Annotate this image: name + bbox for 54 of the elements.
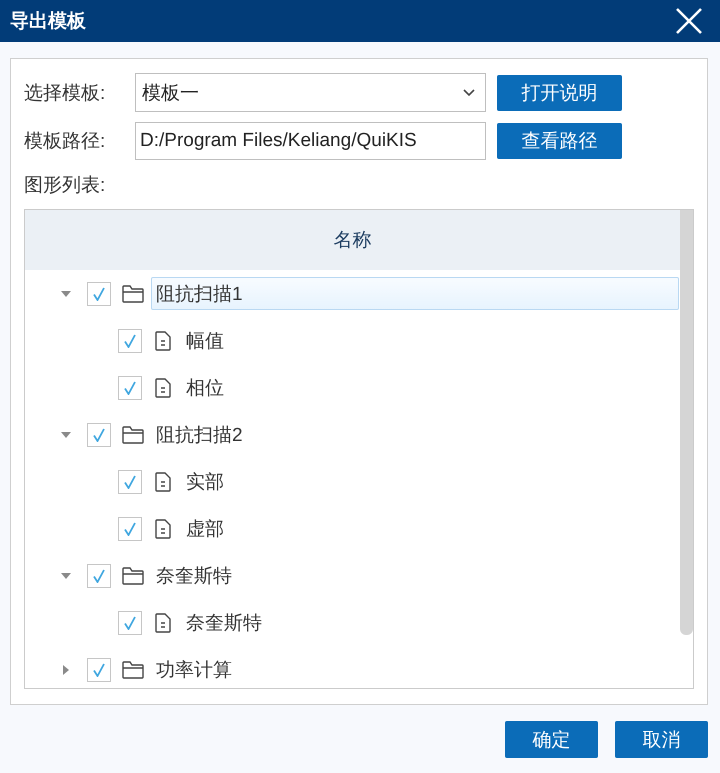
check-icon	[93, 662, 105, 676]
expanded-arrow-icon[interactable]	[61, 572, 71, 578]
tree-item[interactable]: 相位	[181, 371, 229, 404]
document-icon	[155, 612, 171, 632]
tree-item[interactable]: 实部	[181, 465, 229, 498]
tree-item[interactable]: 幅值	[181, 324, 229, 357]
template-label: 选择模板:	[24, 82, 106, 106]
expanded-arrow-icon[interactable]	[61, 290, 71, 296]
path-label: 模板路径:	[24, 130, 106, 154]
check-icon	[124, 522, 136, 536]
checkbox[interactable]	[118, 516, 142, 540]
expanded-arrow-icon[interactable]	[61, 432, 71, 438]
collapsed-arrow-icon[interactable]	[63, 664, 69, 674]
checkbox[interactable]	[118, 376, 142, 400]
window-title: 导出模板	[10, 10, 86, 34]
check-icon	[124, 334, 136, 348]
check-icon	[93, 286, 105, 300]
folder-icon	[122, 284, 144, 302]
check-icon	[93, 428, 105, 442]
close-icon[interactable]	[676, 8, 702, 34]
tree-item[interactable]: 阻抗扫描1	[151, 277, 679, 310]
template-dropdown[interactable]: 模板一	[135, 73, 486, 112]
scrollbar-thumb[interactable]	[680, 210, 693, 635]
check-icon	[124, 380, 136, 394]
check-icon	[93, 568, 105, 582]
checkbox[interactable]	[87, 658, 111, 682]
tree-item[interactable]: 奈奎斯特	[151, 559, 237, 592]
document-icon	[155, 472, 171, 492]
tree-item[interactable]: 奈奎斯特	[181, 606, 267, 639]
checkbox[interactable]	[118, 610, 142, 634]
folder-icon	[122, 660, 144, 678]
open-instructions-button[interactable]: 打开说明	[497, 74, 622, 110]
document-icon	[155, 330, 171, 350]
path-field[interactable]: D:/Program Files/Keliang/QuiKIS	[135, 122, 486, 160]
checkbox[interactable]	[87, 282, 111, 306]
document-icon	[155, 518, 171, 538]
tree-item[interactable]: 功率计算	[151, 653, 237, 686]
chart-list-label: 图形列表:	[24, 174, 106, 198]
folder-icon	[122, 426, 144, 444]
cancel-button[interactable]: 取消	[615, 721, 708, 758]
checkbox[interactable]	[118, 328, 142, 352]
tree-item[interactable]: 阻抗扫描2	[151, 418, 248, 451]
check-icon	[124, 616, 136, 630]
checkbox[interactable]	[87, 422, 111, 446]
column-header: 名称	[25, 210, 680, 270]
tree-item[interactable]: 虚部	[181, 512, 229, 545]
caret-icon	[463, 89, 475, 96]
check-icon	[124, 474, 136, 488]
folder-icon	[122, 566, 144, 584]
document-icon	[155, 378, 171, 398]
checkbox[interactable]	[118, 470, 142, 494]
view-path-button[interactable]: 查看路径	[497, 123, 622, 159]
checkbox[interactable]	[87, 564, 111, 588]
confirm-button[interactable]: 确定	[505, 721, 598, 758]
